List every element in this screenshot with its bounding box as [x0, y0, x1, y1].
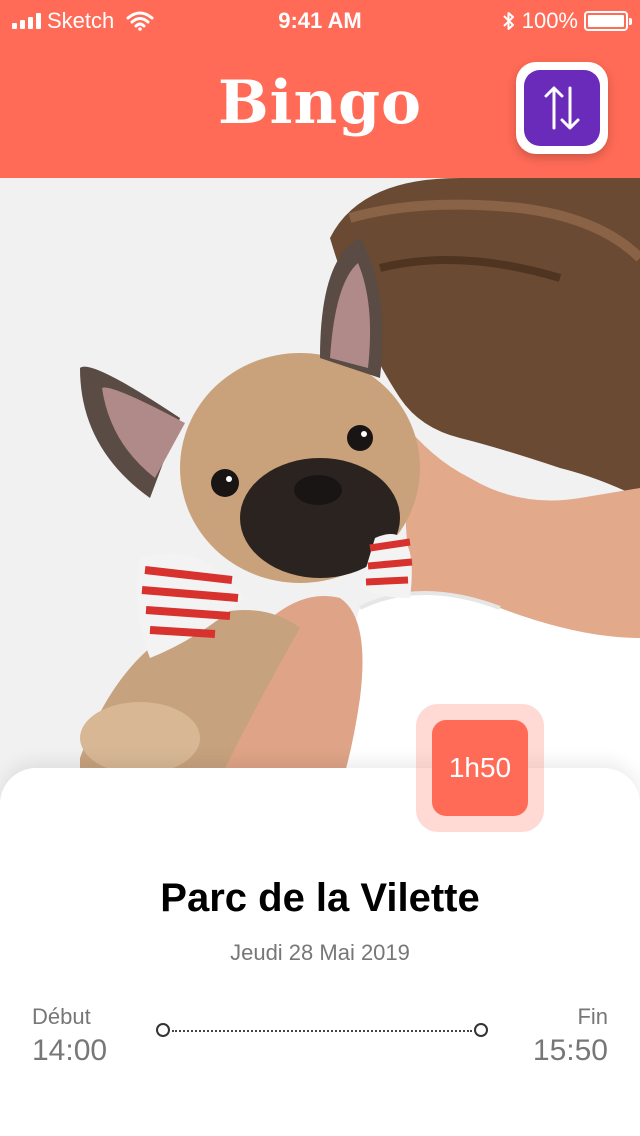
start-time: 14:00: [32, 1034, 108, 1067]
place-title: Parc de la Vilette: [160, 876, 480, 920]
dotted-connector: [172, 1030, 472, 1032]
start-dot: [156, 1023, 170, 1037]
swap-button-inner[interactable]: [524, 70, 600, 146]
event-date: Jeudi 28 Mai 2019: [230, 940, 410, 965]
battery-icon: [584, 11, 632, 31]
swap-vertical-icon: [544, 86, 580, 130]
time-range-line: [156, 1022, 488, 1042]
app-header: Bingo: [0, 40, 640, 178]
swap-button[interactable]: [516, 62, 608, 154]
child-with-bulldog-image: [0, 178, 640, 818]
end-dot: [474, 1023, 488, 1037]
status-right: 100%: [502, 8, 632, 34]
end-label: Fin: [577, 1004, 608, 1029]
end-time: 15:50: [532, 1034, 608, 1067]
event-photo: [0, 178, 640, 818]
duration-value: 1h50: [432, 720, 528, 816]
start-label: Début: [32, 1004, 91, 1029]
bluetooth-icon: [503, 12, 514, 30]
status-bar: Sketch 9:41 AM 100%: [0, 0, 640, 40]
duration-badge: 1h50: [416, 704, 544, 832]
battery-percent: 100%: [521, 8, 578, 33]
